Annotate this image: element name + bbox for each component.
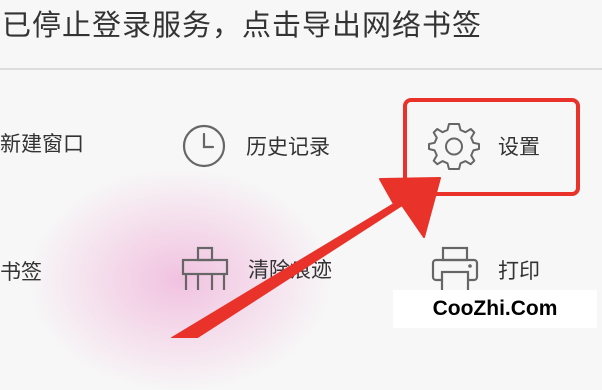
watermark: CooZhi.Com [393, 290, 597, 328]
menu-item-history-label: 历史记录 [246, 135, 330, 159]
settings-highlight-box [403, 98, 580, 196]
printer-icon [430, 246, 480, 294]
menu-item-history[interactable]: 历史记录 [180, 122, 330, 170]
service-stopped-banner[interactable]: 已停止登录服务，点击导出网络书签 [2, 2, 482, 44]
menu-item-new-window[interactable]: 新建窗口 [0, 128, 84, 158]
divider [0, 68, 602, 70]
menu-item-print[interactable]: 打印 [430, 246, 540, 294]
menu-item-clear-traces[interactable]: 清除痕迹 [180, 246, 332, 292]
menu-item-bookmarks-label: 书签 [0, 260, 42, 284]
clock-icon [180, 122, 228, 170]
menu-item-new-window-label: 新建窗口 [0, 132, 84, 156]
broom-icon [180, 246, 230, 292]
menu-item-clear-traces-label: 清除痕迹 [248, 258, 332, 282]
menu-item-bookmarks[interactable]: 书签 [0, 256, 42, 286]
menu-item-print-label: 打印 [498, 259, 540, 283]
